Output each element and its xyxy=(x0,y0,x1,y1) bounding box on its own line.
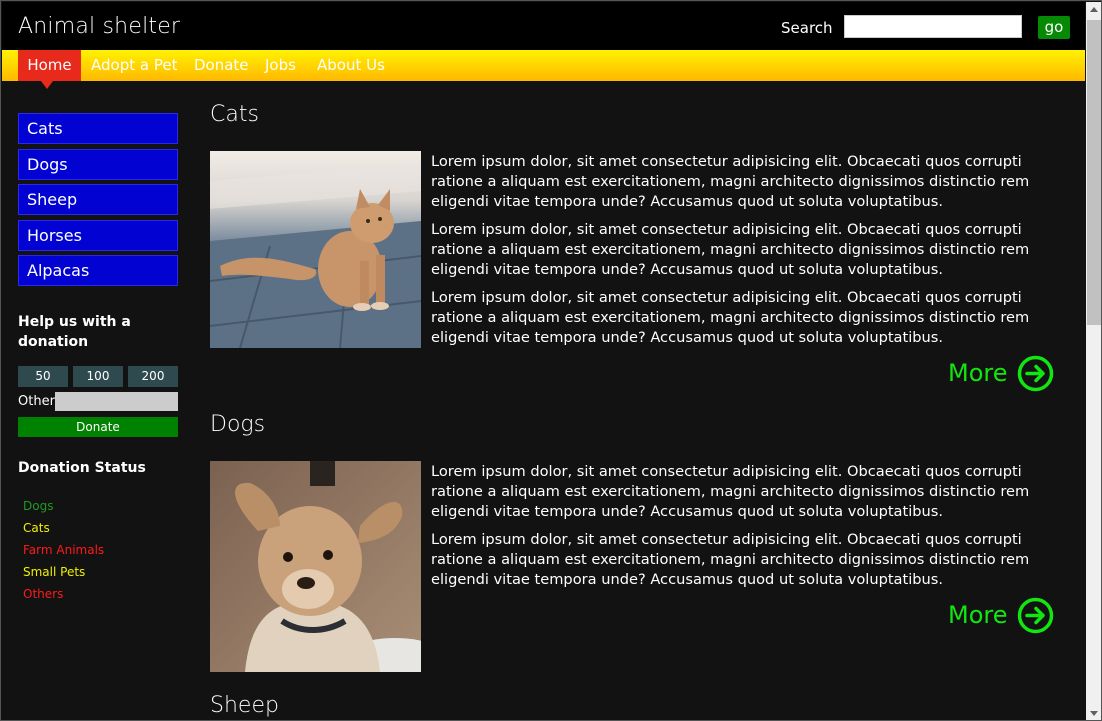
section-title-sheep: Sheep xyxy=(210,693,279,718)
scrollbar-thumb[interactable] xyxy=(1087,20,1101,325)
donation-amount-50-button[interactable]: 50 xyxy=(18,366,68,387)
donation-heading-line2: donation xyxy=(18,334,89,350)
dogs-more-label: More xyxy=(948,601,1008,629)
cats-paragraph-1: Lorem ipsum dolor, sit amet consectetur … xyxy=(431,153,1030,210)
cat-photo xyxy=(210,151,421,348)
dog-photo-image xyxy=(210,461,421,672)
other-amount-input[interactable] xyxy=(55,392,178,411)
donation-heading-line1: Help us with a xyxy=(18,314,131,330)
status-item-others: Others xyxy=(23,587,64,601)
cats-more-label: More xyxy=(948,359,1008,387)
donation-amount-100-button[interactable]: 100 xyxy=(73,366,123,387)
active-nav-indicator xyxy=(41,81,53,89)
scroll-up-arrow-icon[interactable] xyxy=(1086,2,1101,18)
arrow-circle-right-icon xyxy=(1017,355,1054,396)
search-input[interactable] xyxy=(844,15,1022,38)
section-title-dogs: Dogs xyxy=(210,412,266,437)
sidebar-link-horses[interactable]: Horses xyxy=(18,220,178,251)
section-title-cats: Cats xyxy=(210,102,259,127)
search-label: Search xyxy=(781,19,833,37)
sidebar-link-dogs[interactable]: Dogs xyxy=(18,149,178,180)
arrow-circle-right-icon xyxy=(1017,597,1054,638)
donate-button[interactable]: Donate xyxy=(18,417,178,437)
vertical-scrollbar[interactable] xyxy=(1086,2,1101,720)
main-nav: Home Adopt a Pet Donate Jobs About Us xyxy=(2,50,1085,81)
status-item-farm-animals: Farm Animals xyxy=(23,543,105,557)
cat-photo-image xyxy=(210,151,421,348)
cats-paragraph-3: Lorem ipsum dolor, sit amet consectetur … xyxy=(431,289,1030,346)
nav-item-jobs[interactable]: Jobs xyxy=(265,50,296,81)
nav-item-home[interactable]: Home xyxy=(18,50,81,81)
status-item-dogs: Dogs xyxy=(23,499,54,513)
site-header: Animal shelter Search go xyxy=(2,2,1085,50)
site-title[interactable]: Animal shelter xyxy=(18,14,180,39)
dogs-paragraph-1: Lorem ipsum dolor, sit amet consectetur … xyxy=(431,463,1030,520)
browser-viewport: Animal shelter Search go Home Adopt a Pe… xyxy=(0,0,1102,721)
nav-item-adopt-a-pet[interactable]: Adopt a Pet xyxy=(91,50,177,81)
donation-amount-200-button[interactable]: 200 xyxy=(128,366,178,387)
status-item-cats: Cats xyxy=(23,521,50,535)
other-amount-label: Other xyxy=(18,394,55,409)
sidebar-link-sheep[interactable]: Sheep xyxy=(18,184,178,215)
cats-paragraph-2: Lorem ipsum dolor, sit amet consectetur … xyxy=(431,221,1030,278)
search-go-button[interactable]: go xyxy=(1038,16,1070,39)
donation-status-heading: Donation Status xyxy=(18,460,146,476)
nav-item-about-us[interactable]: About Us xyxy=(317,50,385,81)
status-item-small-pets: Small Pets xyxy=(23,565,86,579)
dog-photo xyxy=(210,461,421,672)
dogs-paragraph-2: Lorem ipsum dolor, sit amet consectetur … xyxy=(431,531,1030,588)
scroll-down-arrow-icon[interactable] xyxy=(1086,705,1101,720)
sidebar-link-alpacas[interactable]: Alpacas xyxy=(18,255,178,286)
nav-item-donate[interactable]: Donate xyxy=(194,50,249,81)
sidebar-link-cats[interactable]: Cats xyxy=(18,113,178,144)
